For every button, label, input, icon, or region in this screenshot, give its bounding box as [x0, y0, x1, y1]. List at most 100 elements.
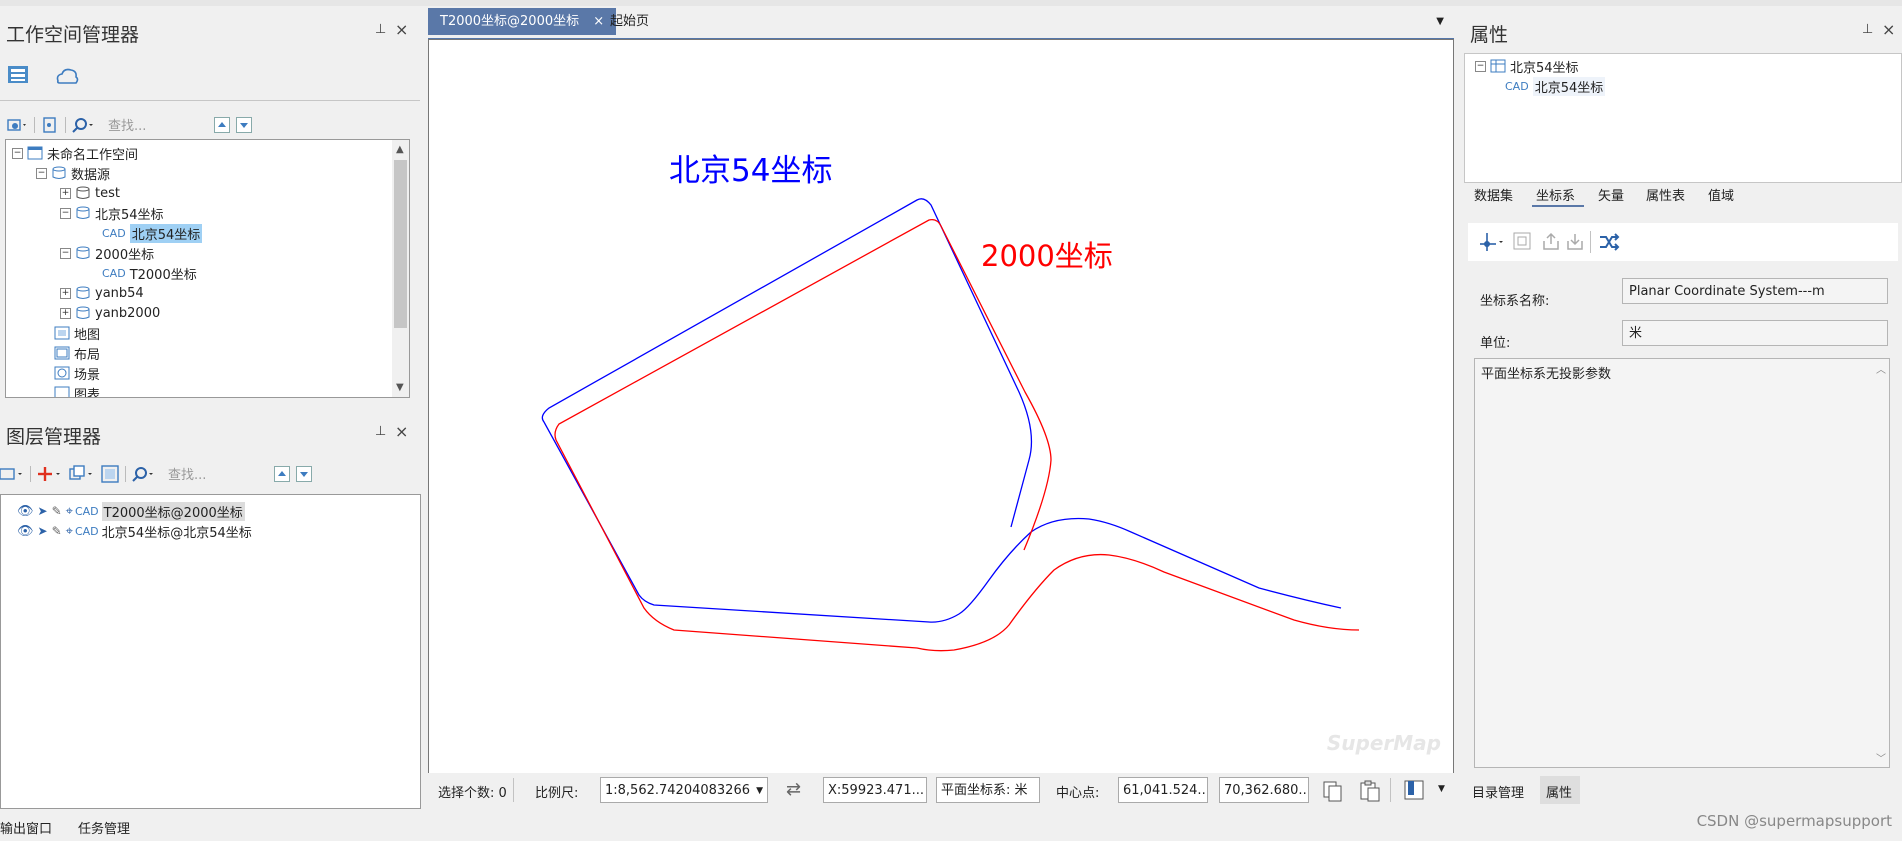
- tree-node-bj54-dataset[interactable]: CAD 北京54坐标: [102, 223, 203, 243]
- pin-icon[interactable]: ⊥: [375, 424, 386, 439]
- clone-cs-icon[interactable]: [1512, 231, 1534, 253]
- tab-properties[interactable]: 属性: [1546, 782, 1572, 801]
- supermap-watermark: SuperMap: [1326, 731, 1441, 755]
- search-icon[interactable]: [132, 466, 156, 482]
- tree-label: 地图: [74, 327, 101, 343]
- params-scrollbar[interactable]: ︿ ﹀: [1872, 359, 1889, 767]
- close-icon[interactable]: ×: [1882, 20, 1895, 39]
- tree-node-2000-dataset[interactable]: CAD T2000坐标: [102, 263, 197, 283]
- snap-icon[interactable]: ⌖: [66, 504, 73, 519]
- map-canvas[interactable]: 北京54坐标 2000坐标 SuperMap: [428, 39, 1454, 774]
- layer-row[interactable]: 👁 ➤ ✎ ⌖ CAD 北京54坐标@北京54坐标: [17, 521, 252, 541]
- down-arrow-icon[interactable]: [236, 116, 252, 133]
- tree-label: yanb2000: [95, 305, 161, 321]
- props-tree-child[interactable]: CAD 北京54坐标: [1505, 76, 1606, 96]
- search-input[interactable]: 查找...: [108, 115, 208, 134]
- tree-node-yanb2000[interactable]: + yanb2000: [60, 303, 160, 323]
- tab-vector[interactable]: 矢量: [1598, 185, 1624, 204]
- scale-combo[interactable]: 1:8,562.74204083266 ▼: [600, 777, 768, 803]
- tree-label: test: [95, 185, 120, 201]
- workspace-tree-icon[interactable]: [6, 63, 32, 93]
- tree-node-resources[interactable]: 图表: [54, 383, 100, 397]
- tree-label: 数据源: [71, 167, 111, 183]
- scrollbar-thumb[interactable]: [394, 160, 407, 328]
- pin-icon[interactable]: ⊥: [375, 22, 386, 37]
- tree-scrollbar[interactable]: ▲ ▼: [392, 140, 409, 397]
- tab-start-page[interactable]: 起始页: [598, 8, 661, 35]
- close-icon[interactable]: ×: [395, 20, 408, 39]
- shuffle-transform-icon[interactable]: [1598, 231, 1620, 253]
- down-arrow-icon[interactable]: [296, 465, 312, 482]
- center-y-field[interactable]: 70,362.680...: [1219, 777, 1309, 803]
- tree-label: 北京54坐标: [1510, 60, 1579, 76]
- props-tree-parent[interactable]: − 北京54坐标: [1475, 56, 1579, 76]
- layer-properties-icon[interactable]: [101, 464, 119, 483]
- visible-eye-icon[interactable]: 👁: [17, 504, 34, 519]
- cad-icon: CAD: [102, 226, 126, 240]
- editable-pen-icon[interactable]: ✎: [52, 524, 62, 538]
- properties-panel: 属性 ⊥ × − 北京54坐标 CAD 北京54坐标 数据集 坐标系 矢量 属性表 …: [1462, 8, 1902, 808]
- add-layer-group-icon[interactable]: [0, 465, 24, 483]
- new-doc-icon[interactable]: [41, 116, 59, 133]
- workspace-tree: − 未命名工作空间 − 数据源 + test − 北京54坐标 CAD 北京54坐标 −2…: [5, 139, 410, 398]
- layer-toolbar: 查找...: [0, 464, 312, 483]
- tree-node-2000[interactable]: −2000坐标: [60, 243, 154, 263]
- tab-map-document[interactable]: T2000坐标@2000坐标 ×: [428, 8, 617, 35]
- layer-row[interactable]: 👁 ➤ ✎ ⌖ CAD T2000坐标@2000坐标: [17, 501, 245, 521]
- center-x-field[interactable]: 61,041.524...: [1118, 777, 1208, 803]
- csdn-watermark: CSDN @supermapsupport: [1696, 812, 1892, 830]
- up-arrow-icon[interactable]: [274, 465, 290, 482]
- export-icon[interactable]: [1540, 231, 1562, 253]
- copy-coordinates-icon[interactable]: [1321, 779, 1345, 803]
- map-label-bj54: 北京54坐标: [669, 153, 833, 189]
- tab-output[interactable]: 输出窗口: [0, 818, 52, 837]
- coord-system: 平面坐标系: 米: [936, 777, 1040, 803]
- tab-dropdown-icon[interactable]: ▼: [1436, 16, 1444, 27]
- cs-name-label: 坐标系名称:: [1480, 294, 1550, 309]
- tree-node-datasources[interactable]: − 数据源: [36, 163, 110, 183]
- layer-manager-panel: 图层管理器 ⊥ × 查找... 👁 ➤ ✎ ⌖ CAD T2000坐标@2000…: [0, 412, 421, 809]
- close-icon[interactable]: ×: [395, 422, 408, 441]
- tab-coordinate-system[interactable]: 坐标系: [1536, 185, 1575, 204]
- snap-icon[interactable]: ⌖: [66, 524, 73, 539]
- visible-eye-icon[interactable]: 👁: [17, 524, 34, 539]
- tree-node-test[interactable]: + test: [60, 183, 120, 203]
- tree-node-maps[interactable]: 地图: [54, 323, 100, 343]
- tab-tasks[interactable]: 任务管理: [78, 818, 130, 837]
- tree-node-workspace[interactable]: − 未命名工作空间: [12, 143, 138, 163]
- cad-icon: CAD: [74, 524, 99, 538]
- cs-name-field[interactable]: Planar Coordinate System---m: [1622, 278, 1888, 304]
- coordinate-system-icon[interactable]: [1478, 231, 1506, 253]
- tree-node-scenes[interactable]: 场景: [54, 363, 100, 383]
- search-icon[interactable]: [72, 117, 96, 133]
- cloud-storage-icon[interactable]: [54, 65, 80, 93]
- top-strip: [0, 0, 1902, 6]
- up-arrow-icon[interactable]: [214, 116, 230, 133]
- unit-field[interactable]: 米: [1622, 320, 1888, 346]
- search-input[interactable]: 查找...: [168, 464, 268, 483]
- bookmark-icon[interactable]: [1403, 779, 1425, 801]
- swap-icon[interactable]: ⇄: [786, 779, 801, 800]
- separator: [1590, 231, 1591, 253]
- editable-pen-icon[interactable]: ✎: [52, 504, 62, 518]
- active-tab-indicator: [1532, 205, 1584, 207]
- scale-label: 比例尺:: [535, 786, 579, 801]
- import-icon[interactable]: [1564, 231, 1586, 253]
- projection-params-box[interactable]: 平面坐标系无投影参数 ︿ ﹀: [1474, 358, 1890, 768]
- tab-domain[interactable]: 值域: [1708, 185, 1734, 204]
- selectable-cursor-icon[interactable]: ➤: [38, 524, 48, 538]
- selectable-cursor-icon[interactable]: ➤: [38, 504, 48, 518]
- tree-node-layouts[interactable]: 布局: [54, 343, 100, 363]
- chevron-down-icon[interactable]: ▼: [756, 778, 763, 802]
- tree-node-bj54[interactable]: − 北京54坐标: [60, 203, 164, 223]
- add-layer-icon[interactable]: [37, 465, 63, 483]
- copy-layer-icon[interactable]: [69, 464, 95, 483]
- open-icon[interactable]: [6, 117, 28, 133]
- tree-node-yanb54[interactable]: + yanb54: [60, 283, 144, 303]
- paste-coordinates-icon[interactable]: [1358, 779, 1382, 803]
- tab-catalog[interactable]: 目录管理: [1472, 782, 1524, 801]
- status-dropdown-icon[interactable]: ▼: [1438, 784, 1445, 794]
- tab-attribute-table[interactable]: 属性表: [1646, 185, 1685, 204]
- tab-dataset[interactable]: 数据集: [1474, 185, 1513, 204]
- pin-icon[interactable]: ⊥: [1862, 22, 1873, 37]
